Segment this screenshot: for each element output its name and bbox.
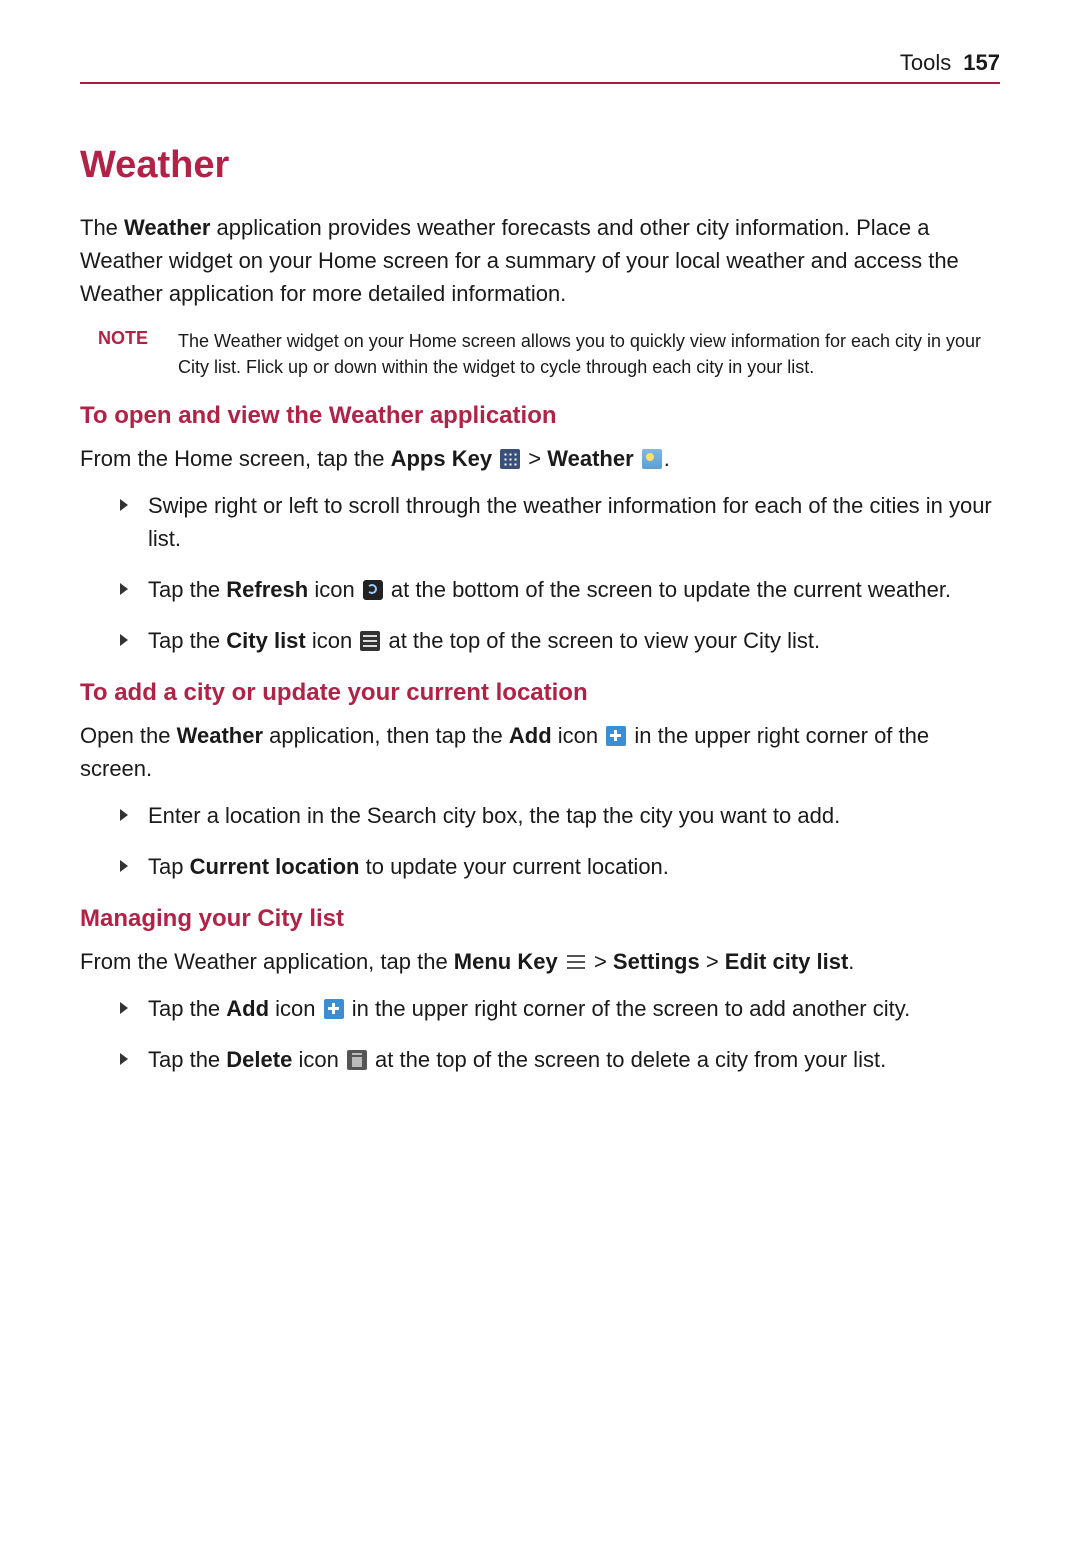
intro-post: application provides weather forecasts a… xyxy=(80,215,959,306)
bullet-text: Swipe right or left to scroll through th… xyxy=(148,493,992,551)
weather-label: Weather xyxy=(547,446,633,471)
add-city-list: Enter a location in the Search city box,… xyxy=(80,799,1000,883)
citylist-label: City list xyxy=(226,628,305,653)
s3-sep2: > xyxy=(700,949,725,974)
b3-pre: Tap the xyxy=(148,628,226,653)
s3b2-post: at the top of the screen to delete a cit… xyxy=(369,1047,886,1072)
heading-manage-city: Managing your City list xyxy=(80,905,1000,933)
list-item: Tap the City list icon at the top of the… xyxy=(120,624,1000,657)
b3-mid: icon xyxy=(306,628,359,653)
s3-sep1: > xyxy=(588,949,613,974)
note-text: The Weather widget on your Home screen a… xyxy=(178,328,1000,380)
b2-post: at the bottom of the screen to update th… xyxy=(385,577,951,602)
weather-icon xyxy=(642,449,662,469)
s2-mid2: icon xyxy=(552,723,605,748)
intro-pre: The xyxy=(80,215,124,240)
apps-key-label: Apps Key xyxy=(391,446,492,471)
weather-bold2: Weather xyxy=(177,723,263,748)
s3b2-pre: Tap the xyxy=(148,1047,226,1072)
intro-bold: Weather xyxy=(124,215,210,240)
list-item: Tap Current location to update your curr… xyxy=(120,850,1000,883)
s1-sep1: > xyxy=(522,446,547,471)
add-label: Add xyxy=(509,723,552,748)
s3-end: . xyxy=(848,949,854,974)
intro-paragraph: The Weather application provides weather… xyxy=(80,211,1000,310)
s2b2-post: to update your current location. xyxy=(360,854,669,879)
manage-city-instruction: From the Weather application, tap the Me… xyxy=(80,945,1000,978)
delete-label: Delete xyxy=(226,1047,292,1072)
list-item: Swipe right or left to scroll through th… xyxy=(120,489,1000,555)
add-city-instruction: Open the Weather application, then tap t… xyxy=(80,719,1000,785)
open-view-instruction: From the Home screen, tap the Apps Key >… xyxy=(80,442,1000,475)
list-icon xyxy=(360,631,380,651)
list-item: Tap the Add icon in the upper right corn… xyxy=(120,992,1000,1025)
bullet-text: Enter a location in the Search city box,… xyxy=(148,803,840,828)
add-icon xyxy=(324,999,344,1019)
s3-pre: From the Weather application, tap the xyxy=(80,949,454,974)
delete-icon xyxy=(347,1050,367,1070)
b2-pre: Tap the xyxy=(148,577,226,602)
list-item: Tap the Refresh icon at the bottom of th… xyxy=(120,573,1000,606)
s3b1-mid: icon xyxy=(269,996,322,1021)
manage-city-list: Tap the Add icon in the upper right corn… xyxy=(80,992,1000,1076)
s2-pre: Open the xyxy=(80,723,177,748)
open-view-list: Swipe right or left to scroll through th… xyxy=(80,489,1000,657)
header-page-number: 157 xyxy=(963,50,1000,76)
s3b1-pre: Tap the xyxy=(148,996,226,1021)
header-section: Tools xyxy=(900,50,951,76)
page-header: Tools 157 xyxy=(80,50,1000,84)
menu-icon xyxy=(566,952,586,972)
edit-city-list-label: Edit city list xyxy=(725,949,848,974)
s1-end: . xyxy=(664,446,670,471)
s1-pre: From the Home screen, tap the xyxy=(80,446,391,471)
manual-page: Tools 157 Weather The Weather applicatio… xyxy=(0,0,1080,1174)
s2-mid: application, then tap the xyxy=(263,723,509,748)
add-label-2: Add xyxy=(226,996,269,1021)
b3-post: at the top of the screen to view your Ci… xyxy=(382,628,820,653)
add-icon xyxy=(606,726,626,746)
note-label: NOTE xyxy=(98,328,178,380)
s3b2-mid: icon xyxy=(292,1047,345,1072)
current-location-label: Current location xyxy=(190,854,360,879)
settings-label: Settings xyxy=(613,949,700,974)
b2-mid: icon xyxy=(308,577,361,602)
list-item: Tap the Delete icon at the top of the sc… xyxy=(120,1043,1000,1076)
list-item: Enter a location in the Search city box,… xyxy=(120,799,1000,832)
note-block: NOTE The Weather widget on your Home scr… xyxy=(98,328,1000,380)
heading-add-city: To add a city or update your current loc… xyxy=(80,679,1000,707)
refresh-icon xyxy=(363,580,383,600)
heading-open-view: To open and view the Weather application xyxy=(80,402,1000,430)
s2b2-pre: Tap xyxy=(148,854,190,879)
page-title: Weather xyxy=(80,144,1000,187)
refresh-label: Refresh xyxy=(226,577,308,602)
menu-key-label: Menu Key xyxy=(454,949,558,974)
s3b1-post: in the upper right corner of the screen … xyxy=(346,996,911,1021)
apps-key-icon xyxy=(500,449,520,469)
